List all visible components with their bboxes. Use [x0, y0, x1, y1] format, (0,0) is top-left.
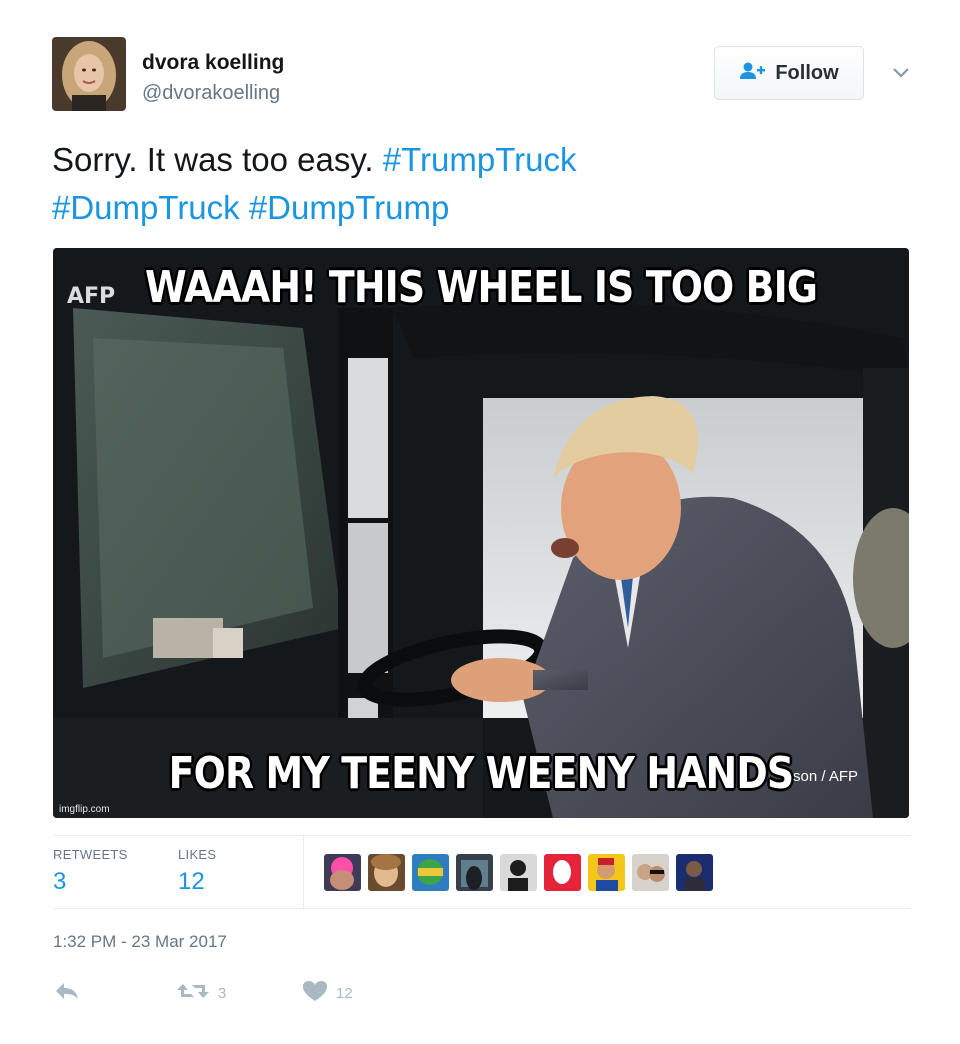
- tweet-text: Sorry. It was too easy. #TrumpTruck #Dum…: [52, 136, 912, 232]
- hashtag-link[interactable]: #DumpTruck: [52, 189, 240, 226]
- reply-icon: [53, 980, 81, 1006]
- retweet-button[interactable]: 3: [176, 978, 226, 1008]
- photo-credit: son / AFP: [793, 768, 859, 785]
- tweet-timestamp[interactable]: 1:32 PM - 23 Mar 2017: [53, 932, 227, 952]
- retweets-count[interactable]: 3: [53, 868, 66, 896]
- reply-button[interactable]: [53, 978, 81, 1008]
- retweets-label: RETWEETS: [53, 847, 128, 862]
- retweet-action-count: 3: [218, 984, 227, 1002]
- meme-top-caption: WAAAH! THIS WHEEL IS TOO BIG: [144, 262, 818, 313]
- liker-avatar[interactable]: [368, 854, 405, 891]
- liker-avatar[interactable]: [632, 854, 669, 891]
- retweet-icon: [176, 980, 210, 1006]
- liker-avatar[interactable]: [588, 854, 625, 891]
- liker-avatar[interactable]: [676, 854, 713, 891]
- user-name[interactable]: dvora koelling: [142, 51, 284, 75]
- liker-avatar[interactable]: [500, 854, 537, 891]
- like-button[interactable]: 12: [302, 978, 353, 1008]
- user-avatar[interactable]: [52, 37, 126, 111]
- user-handle[interactable]: @dvorakoelling: [142, 82, 280, 105]
- tweet-plain-text: Sorry. It was too easy.: [52, 141, 374, 178]
- stats-divider-top: [53, 835, 911, 836]
- more-options-chevron-down-icon[interactable]: [886, 58, 916, 88]
- liker-avatars: [324, 854, 713, 891]
- hashtag-link[interactable]: #DumpTrump: [249, 189, 450, 226]
- meme-bottom-caption: FOR MY TEENY WEENY HANDS: [168, 748, 795, 799]
- meme-photo: [53, 248, 909, 818]
- follow-button-label: Follow: [775, 61, 839, 84]
- imgflip-watermark: imgflip.com: [59, 804, 110, 815]
- hashtag-link[interactable]: #TrumpTruck: [383, 141, 577, 178]
- tweet-media-image[interactable]: AFP WAAAH! THIS WHEEL IS TOO BIG FOR MY …: [53, 248, 909, 818]
- follow-button[interactable]: Follow: [714, 46, 864, 100]
- liker-avatar[interactable]: [324, 854, 361, 891]
- follow-person-plus-icon: [739, 61, 766, 86]
- stats-divider-bottom: [53, 908, 911, 909]
- like-action-count: 12: [336, 984, 353, 1002]
- liker-avatar[interactable]: [412, 854, 449, 891]
- likes-label: LIKES: [178, 847, 217, 862]
- likes-count[interactable]: 12: [178, 868, 205, 896]
- liker-avatar[interactable]: [544, 854, 581, 891]
- afp-watermark: AFP: [67, 284, 116, 309]
- stats-divider-vertical: [303, 836, 304, 908]
- heart-icon: [302, 980, 328, 1006]
- liker-avatar[interactable]: [456, 854, 493, 891]
